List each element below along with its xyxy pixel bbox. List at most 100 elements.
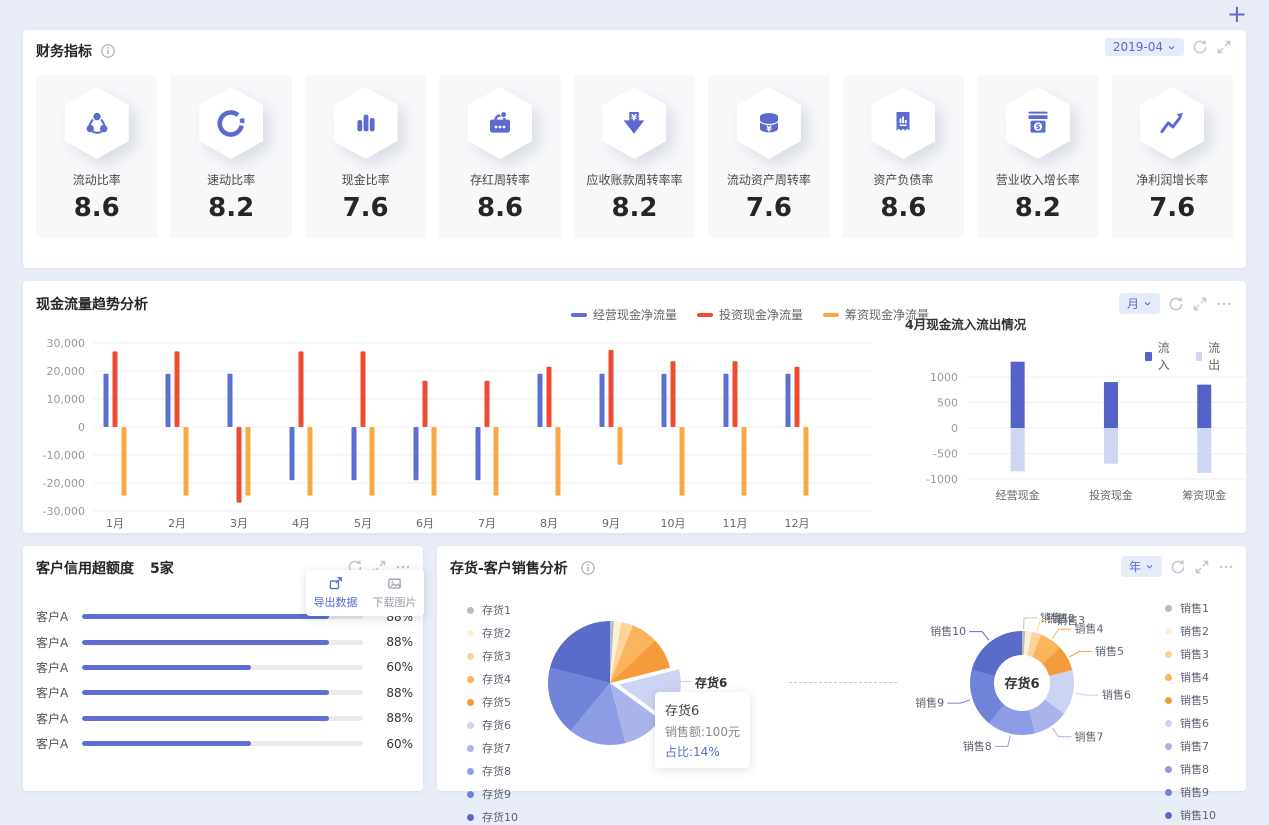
receipt-icon (870, 87, 936, 159)
svg-text:销售4: 销售4 (1075, 622, 1104, 636)
bar-chart-icon (333, 87, 399, 159)
legend-item[interactable]: 销售10 (1165, 807, 1216, 823)
legend-label: 存货10 (482, 811, 518, 824)
cashflow-bar-chart[interactable]: 30,000 20,000 10,000 0 -10,000 -20,000 -30,000… (35, 331, 885, 531)
legend-item[interactable]: 存货10 (467, 809, 518, 825)
legend-item[interactable]: 销售5 (1165, 692, 1216, 708)
legend-item[interactable]: 存货1 (467, 602, 518, 618)
expand-icon[interactable] (1192, 296, 1208, 312)
indicator-card[interactable]: $ 营业收入增长率 8.2 (977, 75, 1099, 238)
inventory-pie-legend: 存货1 存货2 存货3 存货4 存货5 存货6 存货7 存货8 存货9 存货10 (467, 602, 518, 825)
more-icon[interactable] (1216, 296, 1232, 312)
credit-bar-track[interactable] (82, 664, 363, 670)
customer-label: 客户A (36, 635, 69, 650)
svg-text:¥: ¥ (632, 114, 638, 124)
credit-bar-track[interactable] (82, 715, 363, 721)
svg-text:销售9: 销售9 (915, 696, 944, 710)
indicator-card[interactable]: ¥ 应收账款周转率率 8.2 (573, 75, 696, 238)
credit-percent: 60% (386, 736, 413, 751)
indicator-card[interactable]: 现金比率 7.6 (304, 75, 427, 238)
download-image-menu-item[interactable]: 下载图片 (373, 576, 417, 610)
indicator-label: 营业收入增长率 (995, 173, 1080, 187)
legend-item[interactable]: 投资现金净流量 (697, 306, 803, 323)
legend-dot (467, 698, 474, 706)
indicator-value: 8.2 (208, 193, 255, 223)
legend-label: 销售6 (1180, 717, 1209, 730)
svg-text:8月: 8月 (540, 517, 558, 530)
more-icon[interactable] (1218, 559, 1234, 575)
legend-item[interactable]: 销售3 (1165, 646, 1216, 662)
chart-actions-popup: 导出数据 下载图片 (306, 570, 424, 616)
export-icon (329, 577, 342, 590)
legend-item[interactable]: 存货6 (467, 717, 518, 733)
indicator-value: 8.6 (477, 193, 524, 223)
svg-text:投资现金: 投资现金 (1089, 488, 1133, 502)
cash-box-icon (467, 87, 533, 159)
indicator-value: 8.6 (880, 193, 927, 223)
indicator-card[interactable]: 资产负债率 8.6 (842, 75, 965, 238)
credit-bar-track[interactable] (82, 741, 363, 747)
legend-item[interactable]: 销售8 (1165, 761, 1216, 777)
refresh-icon[interactable] (1168, 296, 1184, 312)
svg-text:销售8: 销售8 (963, 739, 992, 753)
export-data-menu-item[interactable]: 导出数据 (314, 576, 358, 610)
svg-text:500: 500 (937, 397, 958, 410)
indicator-card[interactable]: 流动比率 8.6 (36, 75, 158, 238)
legend-item[interactable]: 销售6 (1165, 715, 1216, 731)
indicator-value: 7.6 (342, 193, 389, 223)
svg-text:10月: 10月 (661, 517, 686, 530)
legend-item[interactable]: 存货7 (467, 740, 518, 756)
refresh-icon[interactable] (1170, 559, 1186, 575)
legend-label: 销售4 (1180, 671, 1209, 684)
cashflow-legend: 经营现金净流量 投资现金净流量 筹资现金净流量 (571, 306, 949, 323)
chevron-down-icon (1168, 45, 1175, 50)
inout-bar-chart[interactable]: 1000 500 0 -500 -1000 经营现金 投资现金 筹资现金 (911, 351, 1256, 511)
tooltip-title: 存货6 (665, 704, 700, 719)
legend-item[interactable]: 销售1 (1165, 600, 1216, 616)
credit-bar-track[interactable] (82, 639, 363, 645)
indicator-card[interactable]: ¥ 流动资产周转率 7.6 (708, 75, 830, 238)
legend-dot (1165, 765, 1172, 773)
indicator-card[interactable]: 速动比率 8.2 (170, 75, 292, 238)
legend-item[interactable]: 存货4 (467, 671, 518, 687)
legend-swatch (697, 312, 714, 317)
credit-bar-fill (82, 741, 251, 747)
expand-icon[interactable] (1216, 39, 1232, 55)
period-dropdown[interactable]: 2019-04 (1104, 38, 1184, 56)
svg-text:0: 0 (951, 422, 958, 435)
customer-label: 客户A (36, 610, 69, 625)
legend-item[interactable]: 销售2 (1165, 623, 1216, 639)
legend-item[interactable]: 存货2 (467, 625, 518, 641)
download-image-label: 下载图片 (372, 596, 417, 609)
indicator-card[interactable]: 净利润增长率 7.6 (1111, 75, 1233, 238)
refresh-icon[interactable] (1192, 39, 1208, 55)
indicator-card[interactable]: 存红周转率 8.6 (439, 75, 561, 238)
panel-title-cashflow: 现金流量趋势分析 (36, 297, 148, 313)
legend-dot (467, 675, 474, 683)
add-widget-button[interactable]: + (1227, 2, 1247, 26)
info-icon[interactable] (100, 43, 116, 59)
credit-bar-track[interactable] (82, 690, 363, 696)
legend-item[interactable]: 存货5 (467, 694, 518, 710)
legend-item[interactable]: 销售9 (1165, 784, 1216, 800)
indicator-label: 存红周转率 (470, 173, 531, 187)
legend-dot (1165, 742, 1172, 750)
credit-percent: 88% (386, 685, 413, 700)
svg-text:11月: 11月 (723, 517, 748, 530)
credit-count: 5家 (150, 561, 174, 577)
legend-item[interactable]: 存货9 (467, 786, 518, 802)
legend-item[interactable]: 存货8 (467, 763, 518, 779)
legend-item[interactable]: 经营现金净流量 (571, 306, 677, 323)
legend-label: 存货3 (482, 650, 511, 663)
period-dropdown-month[interactable]: 月 (1118, 293, 1160, 314)
legend-item[interactable]: 存货3 (467, 648, 518, 664)
download-image-icon (388, 578, 401, 589)
expand-icon[interactable] (1194, 559, 1210, 575)
info-icon[interactable] (580, 560, 596, 576)
svg-text:经营现金: 经营现金 (996, 488, 1040, 502)
legend-item[interactable]: 销售7 (1165, 738, 1216, 754)
svg-text:销售6: 销售6 (1102, 688, 1131, 702)
svg-text:10,000: 10,000 (47, 393, 86, 406)
svg-text:-20,000: -20,000 (43, 477, 85, 490)
legend-item[interactable]: 销售4 (1165, 669, 1216, 685)
